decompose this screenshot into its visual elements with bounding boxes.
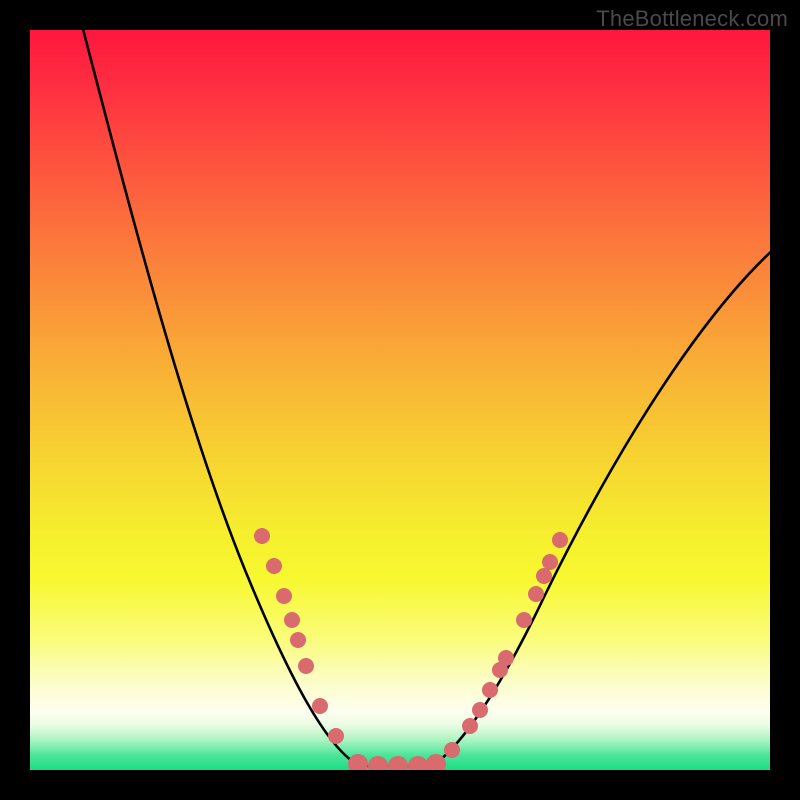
data-marker [472, 702, 488, 718]
data-marker [290, 632, 306, 648]
data-marker [284, 612, 300, 628]
data-marker [312, 698, 328, 714]
data-marker [528, 586, 544, 602]
marker-group [254, 528, 568, 770]
data-marker [254, 528, 270, 544]
plot-area [30, 30, 770, 770]
chart-stage: TheBottleneck.com [0, 0, 800, 800]
watermark-text: TheBottleneck.com [596, 6, 788, 32]
data-marker [408, 756, 428, 770]
data-marker [388, 756, 408, 770]
data-marker [276, 588, 292, 604]
v-curve [78, 30, 770, 766]
data-marker [498, 650, 514, 666]
data-marker [482, 682, 498, 698]
curve-layer [30, 30, 770, 770]
data-marker [328, 728, 344, 744]
data-marker [462, 718, 478, 734]
data-marker [542, 554, 558, 570]
data-marker [266, 558, 282, 574]
data-marker [444, 742, 460, 758]
data-marker [552, 532, 568, 548]
data-marker [368, 756, 388, 770]
data-marker [536, 568, 552, 584]
data-marker [348, 754, 368, 770]
data-marker [516, 612, 532, 628]
data-marker [298, 658, 314, 674]
